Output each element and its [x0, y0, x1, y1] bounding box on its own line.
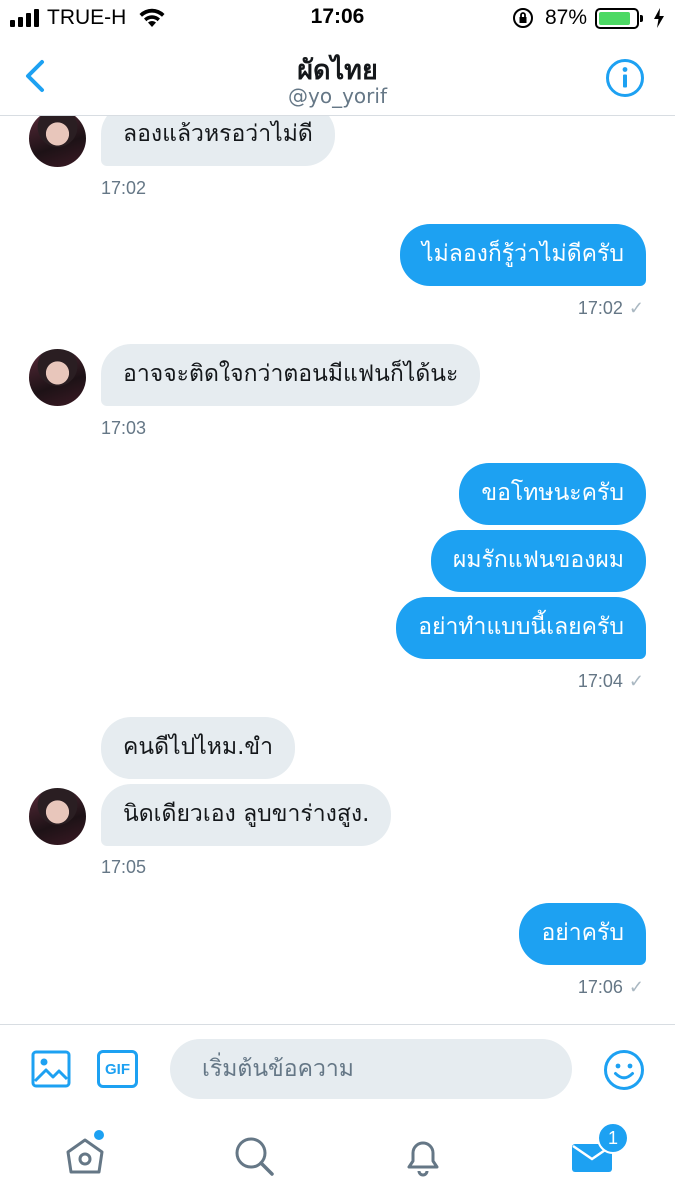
conversation-header: ผัดไทย @yo_yorif: [0, 38, 675, 116]
gif-button[interactable]: GIF: [97, 1050, 138, 1088]
message-bubble-outgoing[interactable]: อย่าทำแบบนี้เลยครับ: [396, 597, 646, 659]
info-icon[interactable]: [605, 58, 645, 98]
message-timestamp: 17:05: [101, 857, 147, 877]
home-unread-dot: [94, 1130, 104, 1140]
message-composer: GIF: [0, 1024, 675, 1114]
sent-check-icon: ✓: [628, 298, 644, 318]
status-right: 87%: [511, 6, 665, 30]
message-timestamp: 17:04 ✓: [577, 671, 644, 691]
message-bubble-outgoing[interactable]: ผมรักแฟนของผม: [430, 530, 646, 592]
message-bubble-incoming[interactable]: อาจจะติดใจกว่าตอนมีแฟนก็ได้นะ: [101, 344, 481, 406]
message-bubble-incoming[interactable]: ลองแล้วหรอว่าไม่ดี: [101, 116, 335, 166]
message-timestamp: 17:02: [101, 178, 147, 198]
message-list[interactable]: ลองแล้วหรอว่าไม่ดี 17:02 ไม่ลองก็รู้ว่าไ…: [0, 116, 675, 1024]
messages-badge: 1: [597, 1122, 629, 1154]
avatar[interactable]: [29, 116, 86, 167]
avatar[interactable]: [29, 349, 86, 406]
battery-icon: [595, 7, 643, 29]
home-icon[interactable]: [63, 1134, 107, 1178]
battery-fill: [599, 11, 631, 25]
message-bubble-outgoing[interactable]: อย่าครับ: [519, 903, 646, 965]
sent-check-icon: ✓: [628, 671, 644, 691]
charging-bolt-icon: [654, 8, 664, 28]
message-bubble-incoming[interactable]: นิดเดียวเอง ลูบขาร่างสูง.: [101, 784, 392, 846]
orientation-lock-icon: [512, 8, 533, 28]
message-input[interactable]: [170, 1039, 572, 1099]
message-timestamp: 17:06 ✓: [577, 977, 644, 997]
sent-check-icon: ✓: [628, 977, 644, 997]
emoji-icon[interactable]: [603, 1049, 645, 1091]
message-bubble-outgoing[interactable]: ไม่ลองก็รู้ว่าไม่ดีครับ: [400, 224, 646, 286]
avatar[interactable]: [29, 788, 86, 845]
message-bubble-incoming[interactable]: คนดีไปไหม.ขำ: [101, 717, 296, 779]
message-bubble-outgoing[interactable]: ขอโทษนะครับ: [459, 463, 646, 525]
conversation-handle: @yo_yorif: [288, 84, 387, 108]
tab-bar: 1: [0, 1114, 675, 1200]
photo-icon[interactable]: [31, 1049, 71, 1089]
search-icon[interactable]: [232, 1134, 276, 1178]
message-timestamp: 17:03: [101, 418, 147, 438]
status-bar: TRUE-H 17:06 87%: [0, 0, 675, 38]
battery-percent: 87%: [544, 6, 587, 29]
notifications-icon[interactable]: [401, 1134, 445, 1178]
message-timestamp: 17:02 ✓: [577, 298, 644, 318]
